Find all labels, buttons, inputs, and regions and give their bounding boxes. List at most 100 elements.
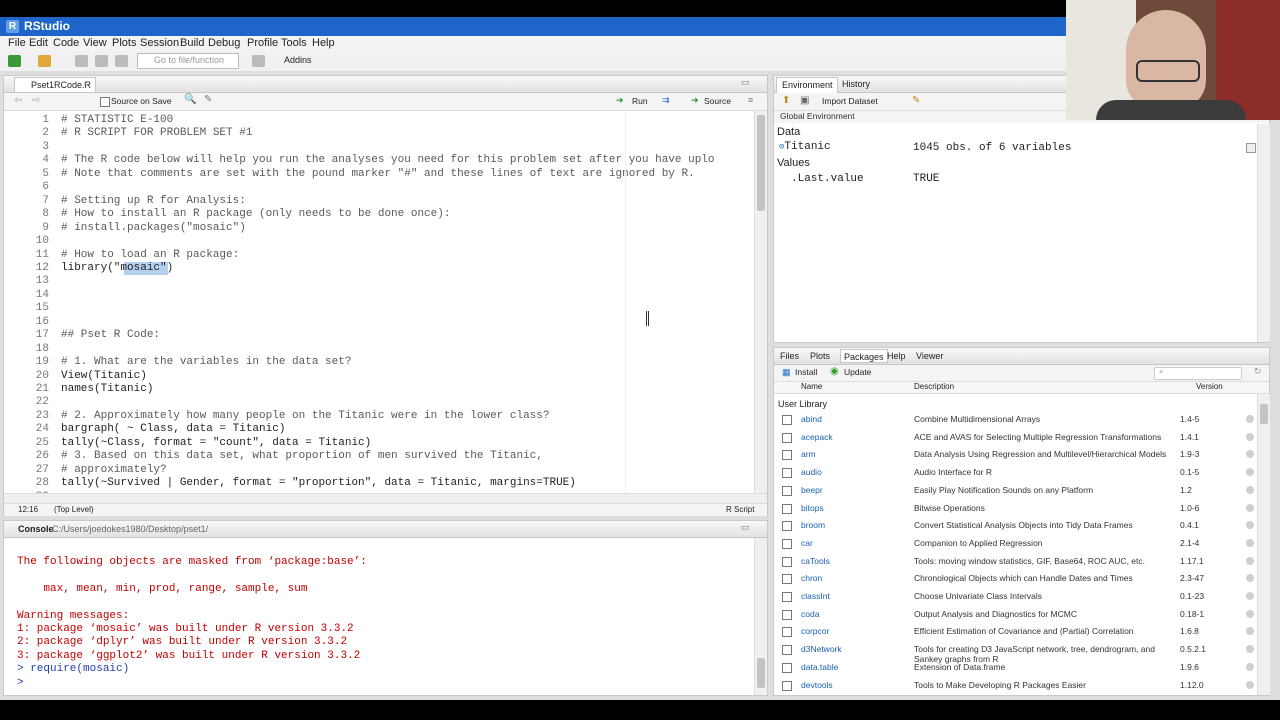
package-load-checkbox[interactable] [782, 468, 792, 479]
package-search-input[interactable]: ⌕ [1154, 367, 1242, 380]
code-line[interactable]: # approximately? [61, 464, 167, 476]
package-load-checkbox[interactable] [782, 450, 792, 461]
tab-plots[interactable]: Plots [810, 351, 830, 361]
remove-package-icon[interactable] [1246, 645, 1254, 654]
package-name-link[interactable]: broom [801, 520, 825, 530]
package-load-checkbox[interactable] [782, 432, 792, 443]
package-name-link[interactable]: bitops [801, 503, 824, 513]
package-name-link[interactable]: corpcor [801, 626, 829, 636]
code-line[interactable]: # STATISTIC E-100 [61, 114, 173, 126]
menu-session[interactable]: Session [140, 37, 179, 49]
refresh-icon[interactable]: ↻ [1254, 366, 1262, 377]
package-name-link[interactable]: d3Network [801, 644, 842, 654]
menu-profile[interactable]: Profile [247, 37, 278, 49]
package-name-link[interactable]: beepr [801, 485, 823, 495]
package-load-checkbox[interactable] [782, 485, 792, 496]
package-load-checkbox[interactable] [782, 680, 792, 691]
remove-package-icon[interactable] [1246, 538, 1254, 547]
package-load-checkbox[interactable] [782, 503, 792, 514]
tab-help[interactable]: Help [887, 351, 906, 361]
package-load-checkbox[interactable] [782, 415, 792, 425]
broom-icon[interactable]: ✎ [912, 95, 920, 106]
save-workspace-icon[interactable]: ▣ [800, 95, 809, 106]
column-description[interactable]: Description [914, 382, 954, 391]
code-line[interactable]: View(Titanic) [61, 370, 147, 382]
package-name-link[interactable]: classInt [801, 591, 830, 601]
remove-package-icon[interactable] [1246, 415, 1254, 423]
print-icon[interactable] [115, 55, 128, 67]
menu-build[interactable]: Build [180, 37, 204, 49]
package-load-checkbox[interactable] [782, 538, 792, 549]
code-line[interactable]: # The R code below will help you run the… [61, 154, 715, 166]
save-icon[interactable] [75, 55, 88, 67]
menu-code[interactable]: Code [53, 37, 79, 49]
code-line[interactable]: # 3. Based on this data set, what propor… [61, 450, 543, 462]
view-data-icon[interactable] [1246, 143, 1256, 153]
package-load-checkbox[interactable] [782, 556, 792, 567]
tab-source-file[interactable]: Pset1RCode.R × [14, 77, 96, 92]
code-line[interactable]: bargraph( ~ Class, data = Titanic) [61, 423, 285, 435]
package-name-link[interactable]: devtools [801, 680, 833, 690]
remove-package-icon[interactable] [1246, 556, 1254, 565]
run-button[interactable]: Run [632, 96, 648, 106]
code-line[interactable]: # Setting up R for Analysis: [61, 195, 246, 207]
outline-icon[interactable]: ≡ [748, 95, 753, 105]
search-icon[interactable]: 🔍 [184, 94, 196, 105]
scope-indicator[interactable]: (Top Level) [54, 505, 94, 514]
package-name-link[interactable]: coda [801, 609, 819, 619]
package-name-link[interactable]: chron [801, 573, 822, 583]
remove-package-icon[interactable] [1246, 485, 1254, 494]
package-load-checkbox[interactable] [782, 521, 792, 532]
remove-package-icon[interactable] [1246, 609, 1254, 618]
console-scrollbar[interactable] [754, 538, 767, 695]
goto-file-input[interactable]: Go to file/function [137, 53, 239, 69]
package-name-link[interactable]: abind [801, 414, 822, 424]
package-name-link[interactable]: arm [801, 449, 816, 459]
new-file-icon[interactable] [8, 55, 21, 67]
remove-package-icon[interactable] [1246, 503, 1254, 512]
code-line[interactable]: # Note that comments are set with the po… [61, 168, 695, 180]
tab-history[interactable]: History [842, 79, 870, 89]
forward-arrow-icon[interactable]: ⇨ [32, 95, 40, 106]
menu-debug[interactable]: Debug [208, 37, 240, 49]
remove-package-icon[interactable] [1246, 574, 1254, 583]
code-line[interactable]: tally(~Class, format = "count", data = T… [61, 437, 371, 449]
remove-package-icon[interactable] [1246, 468, 1254, 477]
package-load-checkbox[interactable] [782, 645, 792, 656]
code-line[interactable]: # How to install an R package (only need… [61, 208, 450, 220]
menu-view[interactable]: View [83, 37, 107, 49]
package-name-link[interactable]: caTools [801, 556, 830, 566]
import-dataset-button[interactable]: Import Dataset [822, 96, 878, 106]
console-output[interactable]: The following objects are masked from ‘p… [4, 538, 754, 695]
editor-scrollbar[interactable] [754, 111, 767, 493]
env-name[interactable]: .Last.value [791, 173, 864, 185]
env-row-titanic[interactable]: ⊙Titanic [779, 141, 831, 153]
code-line[interactable]: # R SCRIPT FOR PROBLEM SET #1 [61, 127, 252, 139]
package-load-checkbox[interactable] [782, 627, 792, 638]
tab-viewer[interactable]: Viewer [916, 351, 943, 361]
code-line[interactable]: # install.packages("mosaic") [61, 222, 246, 234]
environment-scope-select[interactable]: Global Environment [780, 111, 855, 121]
grid-layout-icon[interactable] [252, 55, 265, 67]
remove-package-icon[interactable] [1246, 450, 1254, 459]
tab-packages[interactable]: Packages [840, 349, 888, 363]
save-all-icon[interactable] [95, 55, 108, 67]
menu-help[interactable]: Help [312, 37, 335, 49]
file-type-indicator[interactable]: R Script [726, 505, 754, 514]
remove-package-icon[interactable] [1246, 592, 1254, 600]
code-line[interactable]: # How to load an R package: [61, 249, 239, 261]
remove-package-icon[interactable] [1246, 521, 1254, 530]
package-load-checkbox[interactable] [782, 592, 792, 602]
install-button[interactable]: Install [795, 367, 817, 377]
addins-menu[interactable]: Addins [284, 55, 312, 65]
update-button[interactable]: Update [844, 367, 871, 377]
menu-edit[interactable]: Edit [29, 37, 48, 49]
code-line[interactable]: tally(~Survived | Gender, format = "prop… [61, 477, 576, 489]
code-line[interactable]: # 2. Approximately how many people on th… [61, 410, 549, 422]
console-scroll-thumb[interactable] [757, 658, 765, 688]
load-workspace-icon[interactable]: ⬆ [782, 95, 790, 106]
menu-plots[interactable]: Plots [112, 37, 136, 49]
environment-scrollbar[interactable] [1257, 124, 1270, 342]
code-line[interactable]: # 1. What are the variables in the data … [61, 356, 351, 368]
menu-tools[interactable]: Tools [281, 37, 307, 49]
